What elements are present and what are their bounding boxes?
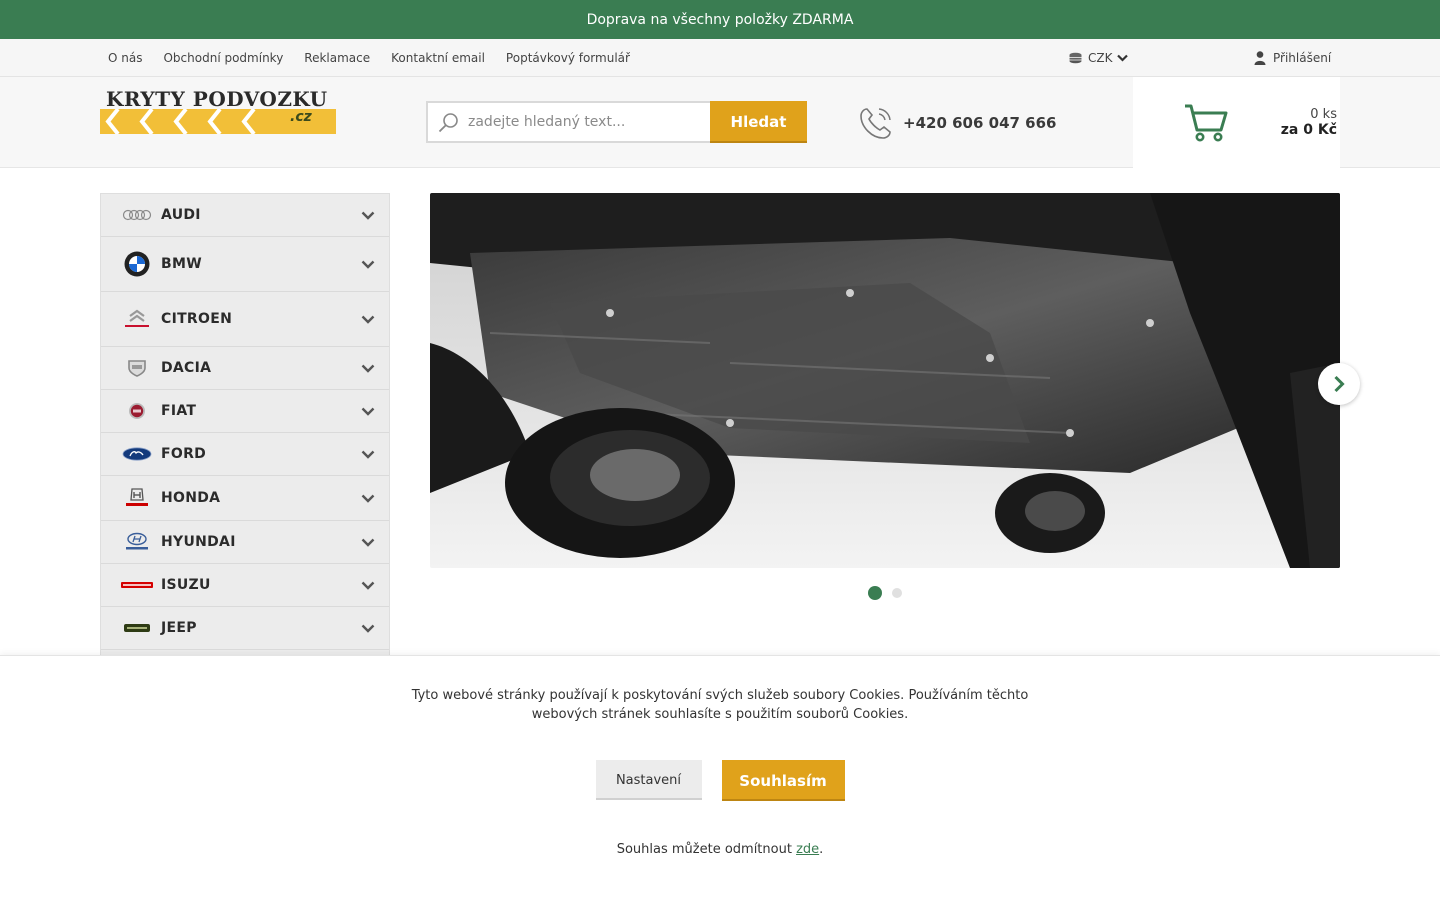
- brand-item-dacia[interactable]: DACIA: [101, 347, 389, 390]
- citroen-chevrons-icon: [121, 303, 153, 335]
- slider-next-button[interactable]: [1318, 363, 1360, 405]
- brand-item-ford[interactable]: FORD: [101, 433, 389, 476]
- brand-item-audi[interactable]: AUDI: [101, 194, 389, 237]
- link-terms[interactable]: Obchodní podmínky: [163, 51, 283, 65]
- chevron-down-icon: [361, 494, 375, 503]
- brand-name: ISUZU: [161, 577, 211, 593]
- site-logo[interactable]: KRYTY PODVOZKU .cz: [100, 87, 338, 137]
- promo-text: Doprava na všechny položky ZDARMA: [586, 11, 854, 28]
- user-icon: [1254, 50, 1266, 65]
- chevron-right-icon: [1334, 375, 1345, 393]
- chevron-down-icon: [361, 538, 375, 547]
- chevron-down-icon: [361, 260, 375, 269]
- chevron-down-icon: [1117, 54, 1129, 62]
- main-content: AUDI BMW CITROEN DACIA FIAT FORD HONDA H…: [0, 168, 1440, 656]
- chevron-down-icon: [361, 211, 375, 220]
- brand-name: CITROEN: [161, 311, 233, 327]
- search-form: Hledat: [426, 101, 807, 143]
- phone-contact[interactable]: +420 606 047 666: [858, 105, 1056, 141]
- audi-rings-icon: [121, 199, 153, 231]
- brand-item-isuzu[interactable]: ISUZU: [101, 564, 389, 607]
- brand-name: BMW: [161, 256, 202, 272]
- login-link[interactable]: Přihlášení: [1254, 39, 1331, 76]
- chevron-down-icon: [361, 315, 375, 324]
- link-complaints[interactable]: Reklamace: [304, 51, 370, 65]
- link-about[interactable]: O nás: [108, 51, 142, 65]
- chevron-down-icon: [361, 364, 375, 373]
- brand-name: AUDI: [161, 207, 201, 223]
- chevron-down-icon: [361, 581, 375, 590]
- cookie-refuse-link[interactable]: zde: [796, 842, 819, 857]
- slider-dots: [430, 586, 1340, 600]
- brand-name: DACIA: [161, 360, 212, 376]
- cookie-buttons: Nastavení Souhlasím: [0, 760, 1440, 801]
- hero-slide-image: [430, 193, 1340, 568]
- chevron-down-icon: [361, 450, 375, 459]
- cart-icon: [1185, 104, 1228, 141]
- link-contact-email[interactable]: Kontaktní email: [391, 51, 485, 65]
- cookie-refuse-prefix: Souhlas můžete odmítnout: [616, 842, 797, 857]
- login-label: Přihlášení: [1273, 50, 1332, 65]
- slider-dot[interactable]: [868, 586, 882, 600]
- chevron-down-icon: [361, 624, 375, 633]
- search-icon: [438, 112, 458, 132]
- hyundai-h-icon: [121, 526, 153, 558]
- brand-name: FORD: [161, 446, 207, 462]
- cookie-refuse-suffix: .: [819, 842, 824, 857]
- cookie-settings-button[interactable]: Nastavení: [595, 760, 702, 800]
- brand-menu: AUDI BMW CITROEN DACIA FIAT FORD HONDA H…: [100, 193, 390, 656]
- brand-item-honda[interactable]: HONDA: [101, 476, 389, 521]
- header: KRYTY PODVOZKU .cz Hledat +420 606 047 6…: [0, 77, 1440, 168]
- cookie-agree-button[interactable]: Souhlasím: [721, 760, 845, 801]
- hero-slider: [430, 193, 1360, 568]
- brand-item-hyundai[interactable]: HYUNDAI: [101, 521, 389, 564]
- cookie-text: Tyto webové stránky používají k poskytov…: [411, 688, 1029, 722]
- promo-bar: Doprava na všechny položky ZDARMA: [0, 0, 1440, 39]
- currency-label: CZK: [1088, 50, 1113, 65]
- cart-count: 0 ks: [1310, 107, 1337, 122]
- logo-chevron-icon: [173, 109, 188, 134]
- ford-oval-icon: [121, 438, 153, 470]
- phone-icon: [860, 108, 891, 139]
- cookie-banner: Tyto webové stránky používají k poskytov…: [0, 655, 1440, 900]
- coins-icon: [1069, 52, 1082, 63]
- logo-suffix: .cz: [290, 109, 312, 125]
- cart-total: za 0 Kč: [1280, 122, 1337, 138]
- cookie-refuse-text: Souhlas můžete odmítnout zde.: [0, 842, 1440, 857]
- logo-chevron-icon: [241, 109, 256, 134]
- cart-info: 0 ks za 0 Kč: [1237, 107, 1337, 138]
- chevron-down-icon: [361, 407, 375, 416]
- logo-chevron-icon: [207, 109, 222, 134]
- brand-item-fiat[interactable]: FIAT: [101, 390, 389, 433]
- brand-item-citroen[interactable]: CITROEN: [101, 292, 389, 347]
- logo-text: KRYTY PODVOZKU: [106, 87, 328, 111]
- dacia-shield-icon: [121, 352, 153, 384]
- honda-h-icon: [121, 482, 153, 514]
- jeep-wordmark-icon: [121, 612, 153, 644]
- brand-name: HONDA: [161, 490, 221, 506]
- brand-name: JEEP: [161, 620, 197, 636]
- slider-dot[interactable]: [892, 588, 902, 598]
- bmw-roundel-icon: [121, 248, 153, 280]
- search-input[interactable]: [468, 114, 694, 130]
- search-box: [426, 101, 710, 143]
- currency-selector[interactable]: CZK: [1068, 39, 1129, 76]
- brand-name: HYUNDAI: [161, 534, 236, 550]
- logo-chevron-icon: [105, 109, 120, 134]
- cart-widget[interactable]: 0 ks za 0 Kč: [1133, 77, 1340, 168]
- phone-number: +420 606 047 666: [903, 114, 1057, 132]
- top-navigation: O nás Obchodní podmínky Reklamace Kontak…: [0, 39, 1440, 77]
- brand-item-jeep[interactable]: JEEP: [101, 607, 389, 650]
- search-button[interactable]: Hledat: [710, 101, 807, 143]
- logo-chevron-icon: [139, 109, 154, 134]
- fiat-badge-icon: [121, 395, 153, 427]
- link-inquiry-form[interactable]: Poptávkový formulář: [506, 51, 630, 65]
- brand-name: FIAT: [161, 403, 197, 419]
- brand-item-bmw[interactable]: BMW: [101, 237, 389, 292]
- isuzu-wordmark-icon: [121, 569, 153, 601]
- top-links: O nás Obchodní podmínky Reklamace Kontak…: [108, 39, 630, 76]
